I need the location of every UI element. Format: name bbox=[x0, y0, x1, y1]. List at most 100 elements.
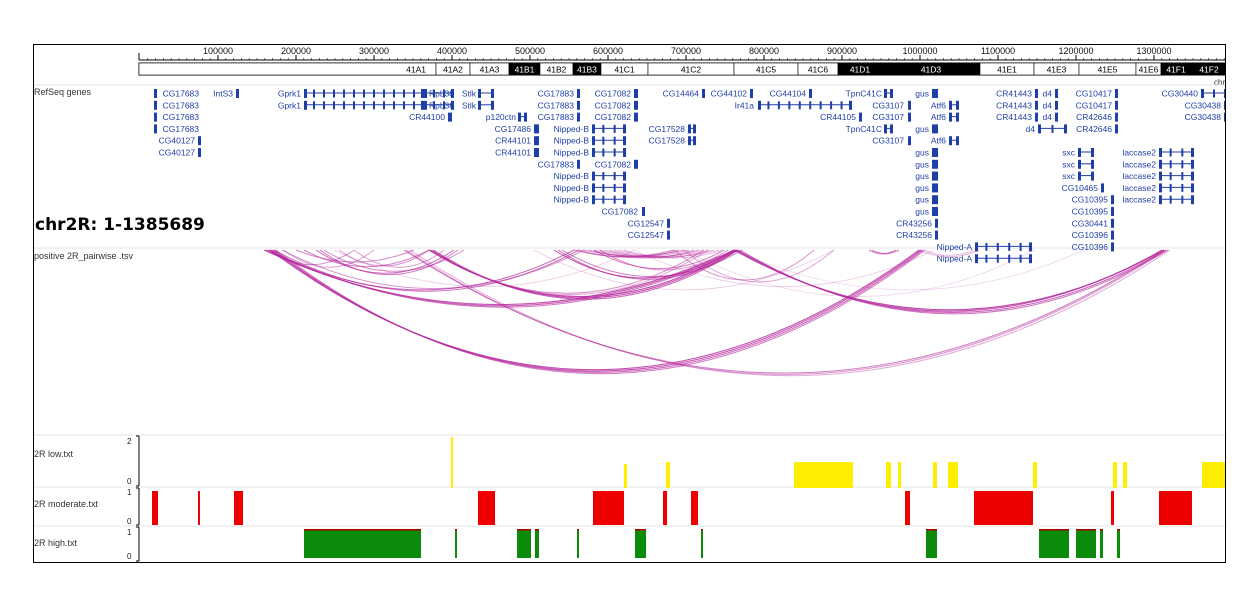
gene-exon bbox=[935, 89, 938, 98]
gene-label: CG12547 bbox=[628, 230, 665, 240]
gene-label: CG30440 bbox=[1162, 89, 1199, 99]
gene-exon bbox=[1159, 171, 1162, 181]
gene-feature bbox=[634, 100, 638, 110]
gene-exon bbox=[623, 148, 626, 157]
gene-exon bbox=[433, 101, 435, 110]
low-impact-bar bbox=[898, 462, 901, 488]
gene-label: gus bbox=[915, 148, 929, 158]
gene-exon bbox=[363, 89, 365, 98]
gene-exon bbox=[304, 100, 307, 110]
high-impact-bar bbox=[455, 529, 457, 558]
high-impact-bar bbox=[635, 529, 646, 558]
gene-label: CG17082 bbox=[595, 100, 632, 110]
high-impact-bar bbox=[701, 529, 703, 558]
gene-exon bbox=[592, 136, 595, 146]
gene-label: CR44100 bbox=[409, 112, 445, 122]
gene-exon bbox=[623, 195, 626, 205]
gene-exon bbox=[1029, 242, 1032, 252]
gene-exon bbox=[884, 124, 887, 134]
cytoband-label: 41B1 bbox=[515, 65, 535, 75]
gene-exon bbox=[602, 124, 605, 133]
gene-exon bbox=[798, 101, 801, 110]
gene-exon bbox=[932, 148, 935, 157]
gene-feature bbox=[1115, 100, 1118, 110]
gene-exon bbox=[424, 100, 427, 110]
gene-exon bbox=[1201, 89, 1204, 98]
gene-label: d4 bbox=[1043, 112, 1053, 122]
gene-label: Stlk bbox=[462, 89, 477, 99]
ruler-tick-label: 500000 bbox=[515, 46, 545, 56]
gene-label: Nipped-A bbox=[937, 242, 973, 252]
gene-feature bbox=[154, 89, 157, 98]
gene-feature bbox=[935, 230, 938, 240]
ruler-tick-label: 600000 bbox=[593, 46, 623, 56]
gene-exon bbox=[443, 101, 445, 110]
high-impact-bar bbox=[1117, 529, 1120, 558]
gene-label: p120ctn bbox=[486, 112, 517, 122]
gene-exon bbox=[421, 89, 424, 98]
gene-exon bbox=[890, 124, 893, 134]
gene-exon bbox=[1191, 183, 1194, 193]
moderate-impact-bar bbox=[905, 491, 910, 525]
gene-feature bbox=[634, 159, 638, 169]
gene-exon bbox=[353, 101, 355, 110]
ruler-tick-label: 1100000 bbox=[981, 46, 1015, 56]
gene-feature bbox=[198, 136, 201, 146]
gene-label: CG17883 bbox=[538, 100, 575, 110]
gene-feature bbox=[908, 100, 911, 110]
high-impact-bar-cap bbox=[577, 529, 579, 531]
gene-exon bbox=[985, 242, 988, 251]
gene-exon bbox=[1181, 148, 1184, 157]
interaction-arc bbox=[281, 249, 585, 289]
low-ymin: 0 bbox=[127, 477, 132, 486]
gene-label: CR41443 bbox=[996, 89, 1032, 99]
gene-feature bbox=[1035, 100, 1038, 110]
gene-exon bbox=[333, 101, 335, 110]
gene-exon bbox=[393, 101, 395, 110]
interaction-arc bbox=[295, 249, 415, 263]
gene-feature bbox=[702, 89, 705, 98]
gene-label: CG17683 bbox=[163, 112, 200, 122]
gene-exon bbox=[1091, 159, 1094, 169]
ruler-tick-label: 900000 bbox=[827, 46, 857, 56]
gene-exon bbox=[592, 195, 595, 205]
gene-exon bbox=[788, 101, 791, 110]
gene-label: laccase2 bbox=[1122, 159, 1156, 169]
gene-label: laccase2 bbox=[1122, 171, 1156, 181]
low-impact-bar bbox=[451, 437, 453, 488]
gene-exon bbox=[602, 148, 605, 157]
gene-feature bbox=[1111, 195, 1114, 205]
gene-exon bbox=[424, 89, 427, 98]
gene-label: CR41443 bbox=[996, 100, 1032, 110]
gene-exon bbox=[421, 100, 424, 110]
gene-exon bbox=[613, 124, 616, 133]
high-impact-bar bbox=[535, 529, 539, 558]
moderate-impact-bar bbox=[234, 491, 243, 525]
gene-exon bbox=[413, 101, 415, 110]
gene-exon bbox=[1191, 159, 1194, 169]
gene-feature bbox=[577, 100, 580, 110]
gene-label: gus bbox=[915, 195, 929, 205]
gene-feature bbox=[750, 89, 753, 98]
gene-feature bbox=[1055, 112, 1058, 122]
moderate-impact-bar bbox=[663, 491, 667, 525]
gene-label: CG14464 bbox=[663, 89, 700, 99]
gene-exon bbox=[592, 171, 595, 181]
gene-exon bbox=[1213, 89, 1215, 98]
high-impact-bar bbox=[1100, 529, 1103, 558]
gene-exon bbox=[975, 242, 978, 252]
gene-exon bbox=[313, 101, 315, 110]
gene-exon bbox=[323, 101, 325, 110]
cytoband-label: 41A2 bbox=[443, 65, 463, 75]
gene-feature bbox=[1111, 230, 1114, 240]
high-impact-bar-cap bbox=[517, 529, 531, 531]
gene-exon bbox=[592, 183, 595, 193]
cytoband-label: 41E6 bbox=[1139, 65, 1159, 75]
gene-exon bbox=[304, 89, 307, 98]
gene-feature bbox=[634, 89, 638, 98]
gene-label: laccase2 bbox=[1122, 183, 1156, 193]
low-impact-bar bbox=[933, 462, 937, 488]
gene-exon bbox=[956, 112, 959, 122]
gene-exon bbox=[688, 136, 691, 146]
gene-feature bbox=[154, 100, 157, 110]
